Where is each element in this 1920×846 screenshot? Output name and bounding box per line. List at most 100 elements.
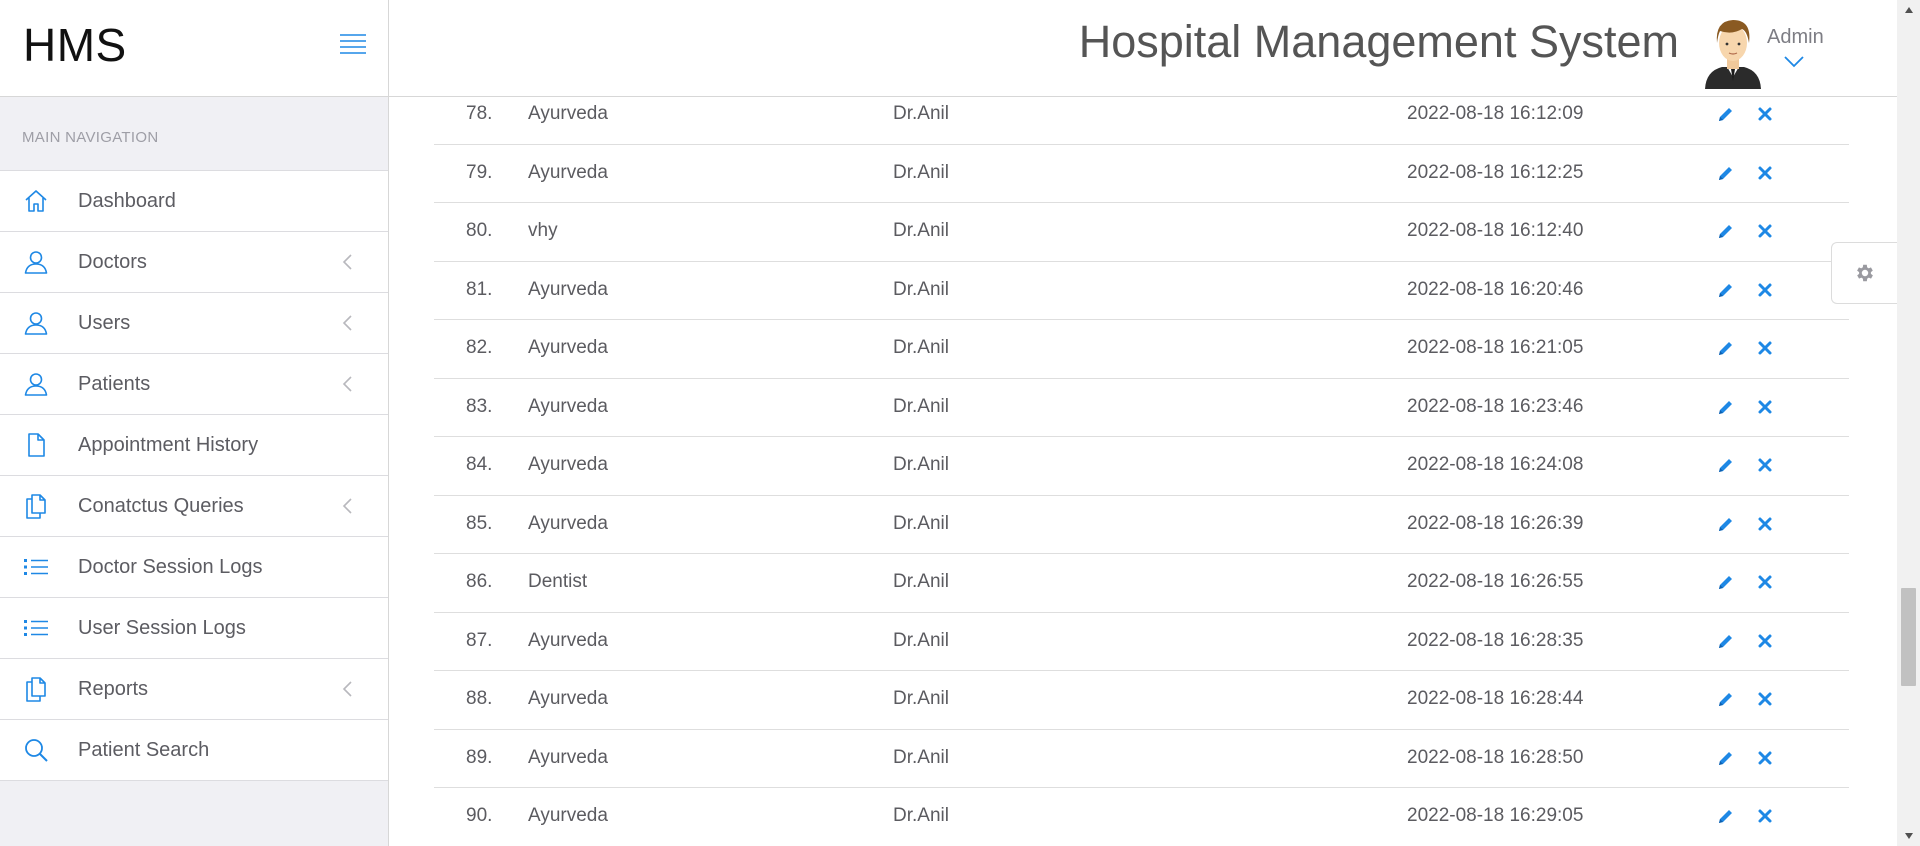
sidebar-item-label: Appointment History: [78, 433, 259, 456]
delete-x-icon[interactable]: [1757, 223, 1773, 239]
sidebar-item-label: Doctors: [78, 250, 147, 273]
home-icon: [22, 187, 50, 215]
delete-x-icon[interactable]: [1757, 516, 1773, 532]
row-date: 2022-08-18 16:21:05: [1407, 337, 1584, 358]
gear-icon: [1856, 264, 1873, 282]
sidebar-item-label: Conatctus Queries: [78, 494, 244, 517]
sidebar-item-dashboard[interactable]: Dashboard: [0, 171, 388, 232]
sidebar-item-reports[interactable]: Reports: [0, 659, 388, 720]
avatar[interactable]: [1702, 15, 1764, 89]
delete-x-icon[interactable]: [1757, 808, 1773, 824]
row-specialization: vhy: [528, 220, 558, 241]
delete-x-icon[interactable]: [1757, 750, 1773, 766]
edit-pencil-icon[interactable]: [1717, 573, 1735, 591]
chevron-left-icon: [339, 313, 357, 333]
delete-x-icon[interactable]: [1757, 282, 1773, 298]
chevron-left-icon: [339, 679, 357, 699]
edit-pencil-icon[interactable]: [1717, 398, 1735, 416]
hamburger-menu-icon[interactable]: [338, 33, 368, 55]
row-date: 2022-08-18 16:24:08: [1407, 454, 1584, 475]
edit-pencil-icon[interactable]: [1717, 105, 1735, 123]
sidebar-item-user-session-logs[interactable]: User Session Logs: [0, 598, 388, 659]
delete-x-icon[interactable]: [1757, 340, 1773, 356]
row-number: 90.: [466, 805, 493, 826]
table-row: 86. Dentist Dr.Anil 2022-08-18 16:26:55: [434, 554, 1849, 613]
row-number: 80.: [466, 220, 493, 241]
row-doctor: Dr.Anil: [893, 278, 949, 300]
row-specialization: Ayurveda: [528, 512, 608, 534]
delete-x-icon[interactable]: [1757, 457, 1773, 473]
sidebar-item-label: Dashboard: [78, 189, 176, 212]
sidebar-item-doctors[interactable]: Doctors: [0, 232, 388, 293]
row-date: 2022-08-18 16:12:40: [1407, 220, 1584, 241]
row-doctor: Dr.Anil: [893, 629, 949, 651]
row-date: 2022-08-18 16:28:35: [1407, 629, 1584, 651]
row-date: 2022-08-18 16:28:44: [1407, 688, 1584, 709]
top-header: Hospital Management System Admin: [389, 0, 1897, 97]
row-specialization: Dentist: [528, 571, 588, 592]
row-number: 89.: [466, 746, 493, 768]
row-doctor: Dr.Anil: [893, 688, 949, 709]
scroll-up-arrow-icon[interactable]: [1897, 0, 1920, 20]
settings-gear-button[interactable]: [1831, 242, 1897, 304]
edit-pencil-icon[interactable]: [1717, 164, 1735, 182]
row-doctor: Dr.Anil: [893, 395, 949, 417]
user-icon: [22, 309, 50, 337]
edit-pencil-icon[interactable]: [1717, 749, 1735, 767]
sidebar-item-conatctus-queries[interactable]: Conatctus Queries: [0, 476, 388, 537]
sidebar-item-patient-search[interactable]: Patient Search: [0, 720, 388, 781]
table-row: 80. vhy Dr.Anil 2022-08-18 16:12:40: [434, 203, 1849, 262]
edit-pencil-icon[interactable]: [1717, 281, 1735, 299]
scrollbar-thumb[interactable]: [1901, 588, 1916, 686]
nav-heading: MAIN NAVIGATION: [22, 129, 159, 146]
row-number: 84.: [466, 454, 493, 475]
chevron-left-icon: [339, 374, 357, 394]
edit-pencil-icon[interactable]: [1717, 807, 1735, 825]
table-row: 82. Ayurveda Dr.Anil 2022-08-18 16:21:05: [434, 320, 1849, 379]
row-specialization: Ayurveda: [528, 454, 608, 475]
row-number: 83.: [466, 395, 493, 417]
row-specialization: Ayurveda: [528, 746, 608, 768]
chevron-left-icon: [339, 252, 357, 272]
appointment-table: 78. Ayurveda Dr.Anil 2022-08-18 16:12:09 79.…: [434, 97, 1849, 846]
edit-pencil-icon[interactable]: [1717, 456, 1735, 474]
row-date: 2022-08-18 16:26:55: [1407, 571, 1584, 592]
row-doctor: Dr.Anil: [893, 103, 949, 124]
row-number: 79.: [466, 161, 493, 183]
sidebar-item-appointment-history[interactable]: Appointment History: [0, 415, 388, 476]
row-date: 2022-08-18 16:23:46: [1407, 395, 1584, 417]
delete-x-icon[interactable]: [1757, 399, 1773, 415]
table-row: 79. Ayurveda Dr.Anil 2022-08-18 16:12:25: [434, 145, 1849, 203]
files-icon: [22, 492, 50, 520]
chevron-left-icon: [339, 496, 357, 516]
row-date: 2022-08-18 16:20:46: [1407, 278, 1584, 300]
admin-username[interactable]: Admin: [1767, 26, 1824, 49]
sidebar-item-label: User Session Logs: [78, 616, 246, 639]
table-row: 84. Ayurveda Dr.Anil 2022-08-18 16:24:08: [434, 437, 1849, 496]
edit-pencil-icon[interactable]: [1717, 222, 1735, 240]
sidebar-item-users[interactable]: Users: [0, 293, 388, 354]
sidebar-item-patients[interactable]: Patients: [0, 354, 388, 415]
delete-x-icon[interactable]: [1757, 574, 1773, 590]
table-row: 90. Ayurveda Dr.Anil 2022-08-18 16:29:05: [434, 788, 1849, 846]
edit-pencil-icon[interactable]: [1717, 632, 1735, 650]
edit-pencil-icon[interactable]: [1717, 690, 1735, 708]
edit-pencil-icon[interactable]: [1717, 339, 1735, 357]
delete-x-icon[interactable]: [1757, 106, 1773, 122]
row-specialization: Ayurveda: [528, 805, 608, 826]
delete-x-icon[interactable]: [1757, 633, 1773, 649]
scroll-down-arrow-icon[interactable]: [1897, 826, 1920, 846]
row-specialization: Ayurveda: [528, 629, 608, 651]
brand-bar: HMS: [0, 0, 389, 97]
row-number: 86.: [466, 571, 493, 592]
edit-pencil-icon[interactable]: [1717, 515, 1735, 533]
chevron-down-icon[interactable]: [1783, 55, 1805, 69]
delete-x-icon[interactable]: [1757, 691, 1773, 707]
page-scrollbar[interactable]: [1897, 0, 1920, 846]
sidebar-item-label: Users: [78, 311, 131, 334]
row-number: 82.: [466, 337, 493, 358]
delete-x-icon[interactable]: [1757, 165, 1773, 181]
row-doctor: Dr.Anil: [893, 512, 949, 534]
files-icon: [22, 675, 50, 703]
sidebar-item-doctor-session-logs[interactable]: Doctor Session Logs: [0, 537, 388, 598]
